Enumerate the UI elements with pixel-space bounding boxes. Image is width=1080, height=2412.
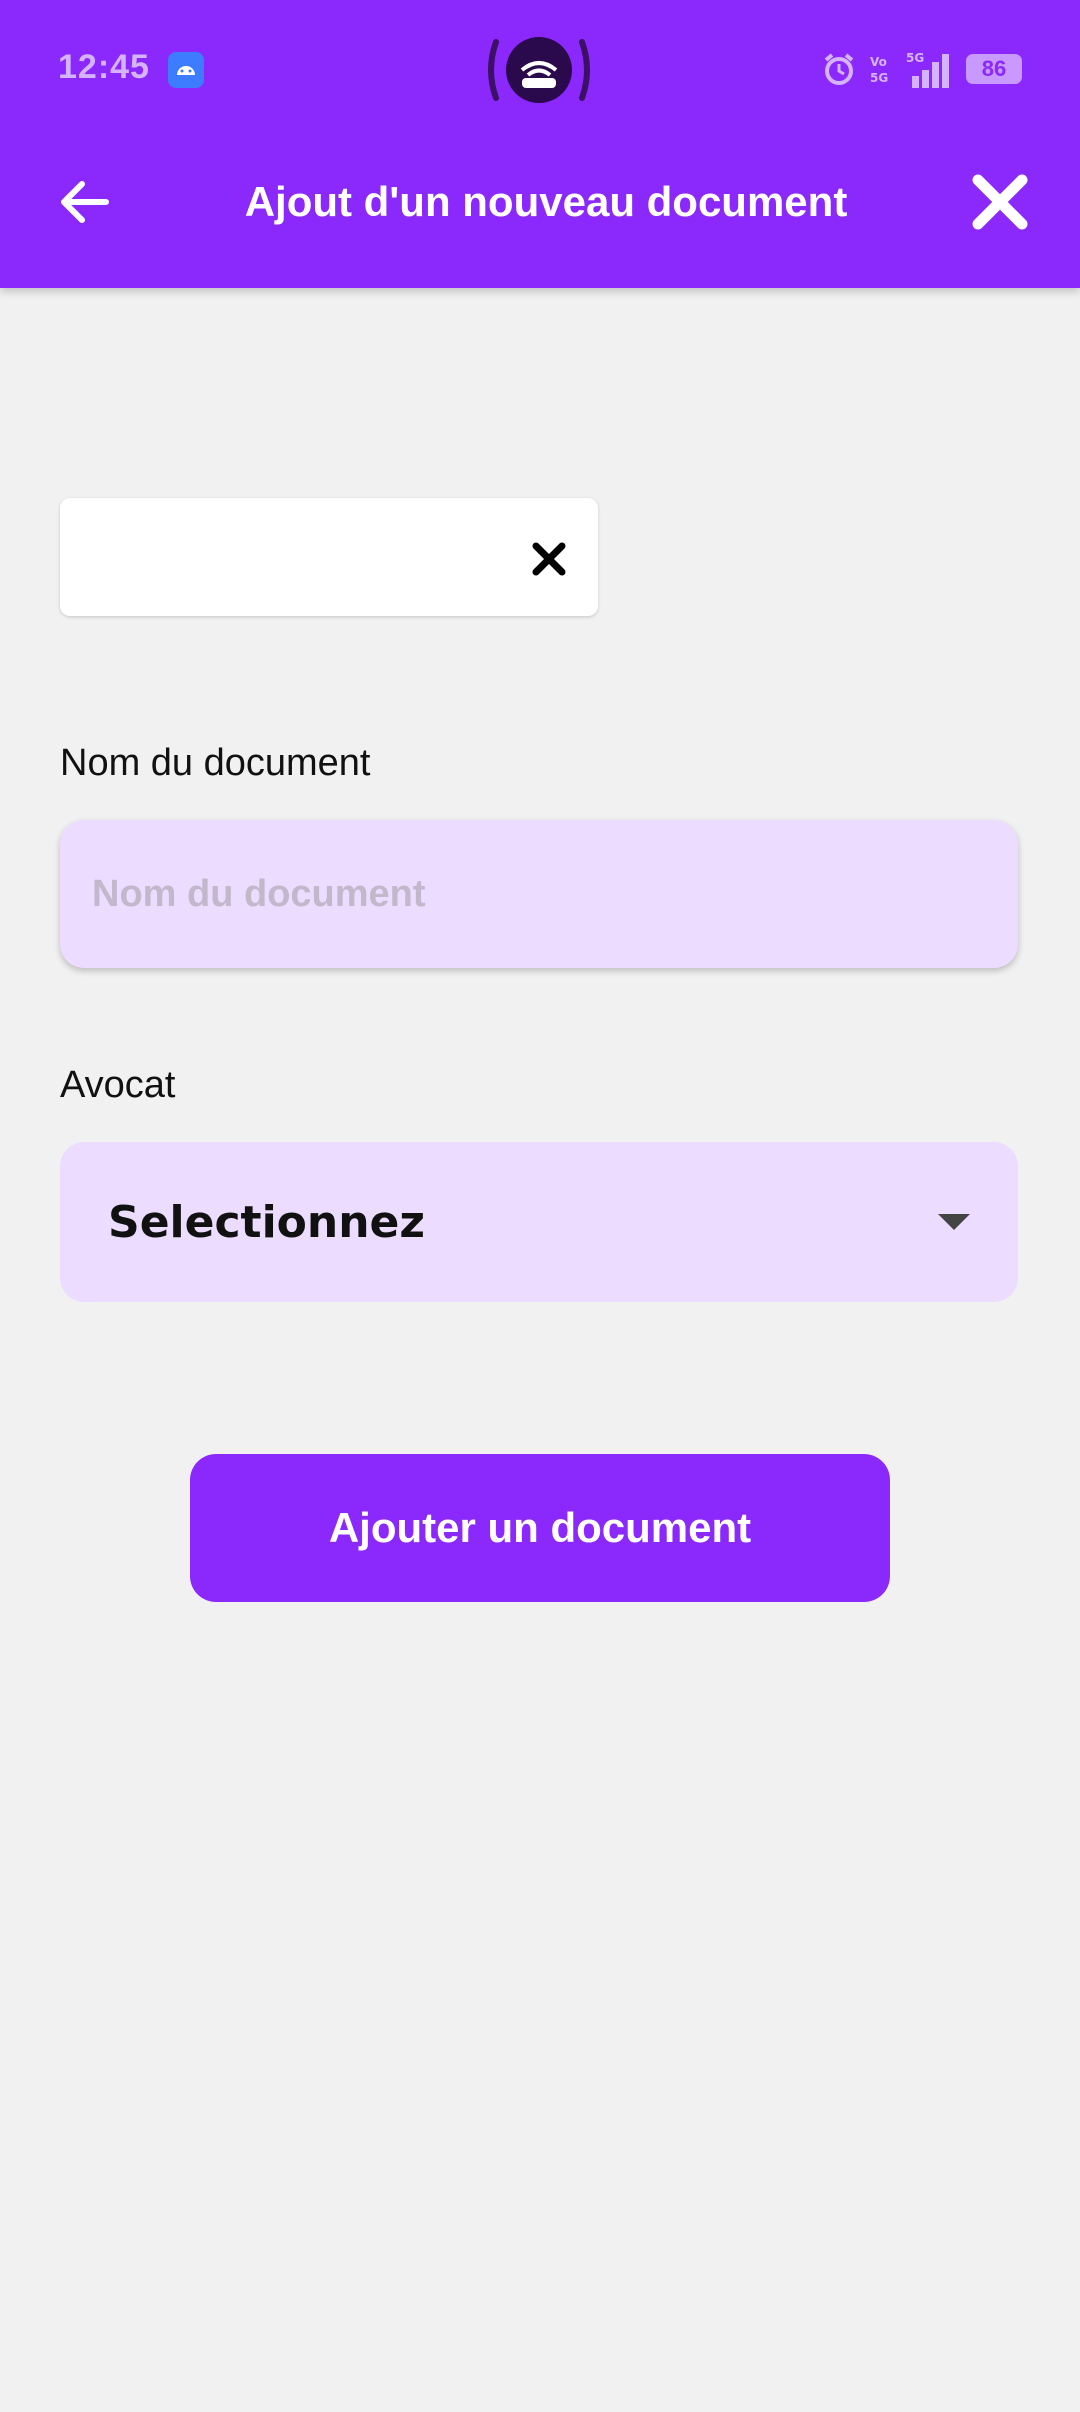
app-header: 12:45 Vo 5G 5G 86 Ajout d'un nouveau doc… [0,0,1080,288]
svg-text:5G: 5G [870,71,888,85]
alarm-icon [824,53,854,85]
lawyer-select-value: Selectionnez [108,1196,425,1248]
selected-file-chip [60,498,598,616]
lawyer-select[interactable]: Selectionnez [60,1142,1018,1302]
page-title: Ajout d'un nouveau document [244,178,848,225]
battery-icon: 86 [966,54,1022,84]
remove-file-button[interactable] [530,540,568,578]
document-name-label: Nom du document [60,742,371,784]
android-notification-icon [168,52,204,88]
lawyer-label: Avocat [60,1064,176,1106]
svg-text:Vo: Vo [870,55,887,69]
status-time: 12:45 [58,48,150,86]
document-name-field[interactable] [60,820,1018,968]
signal-icon: 5G [906,51,949,88]
close-icon [532,542,566,576]
close-button[interactable] [968,170,1032,234]
document-name-input[interactable] [90,871,988,917]
svg-text:5G: 5G [906,51,924,65]
add-document-button[interactable]: Ajouter un document [190,1454,890,1602]
volte-icon: Vo 5G [870,55,888,85]
caret-down-icon [938,1214,970,1230]
hotspot-cast-icon [486,34,592,106]
close-icon [972,174,1028,230]
battery-level: 86 [981,56,1007,81]
status-icons: Vo 5G 5G 86 [822,50,1022,88]
